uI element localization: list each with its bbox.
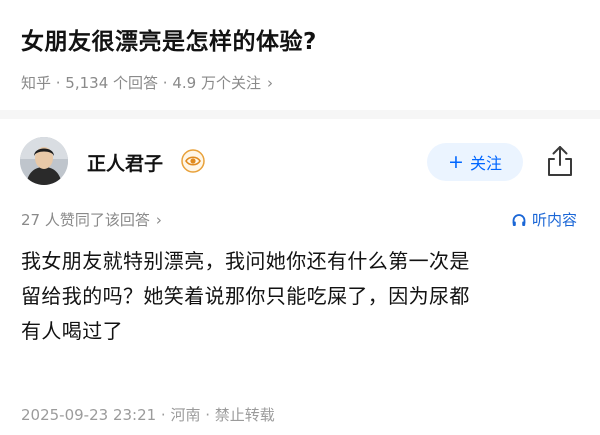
question-meta[interactable]: 知乎 · 5,134 个回答 · 4.9 万个关注 ›	[21, 72, 273, 93]
listen-button[interactable]: 听内容	[511, 209, 577, 230]
section-divider	[0, 110, 600, 119]
vote-count-text: 27 人赞同了该回答	[21, 211, 150, 229]
author-name[interactable]: 正人君子	[87, 149, 163, 176]
chevron-right-icon: ›	[266, 74, 273, 92]
answer-page: 女朋友很漂亮是怎样的体验? 知乎 · 5,134 个回答 · 4.9 万个关注 ›…	[0, 0, 600, 435]
follow-label: 关注	[469, 154, 502, 173]
answer-line: 我女朋友就特别漂亮，我问她你还有什么第一次是	[21, 249, 470, 273]
plus-icon: +	[448, 150, 464, 173]
answer-content[interactable]: 我女朋友就特别漂亮，我问她你还有什么第一次是 留给我的吗？她笑着说那你只能吃屎了…	[21, 244, 581, 349]
answer-line: 有人喝过了	[21, 319, 123, 343]
headphone-icon	[512, 213, 526, 226]
listen-label: 听内容	[531, 211, 577, 229]
question-meta-text: 知乎 · 5,134 个回答 · 4.9 万个关注	[21, 74, 261, 92]
answer-line: 留给我的吗？她笑着说那你只能吃屎了，因为尿都	[21, 284, 470, 308]
chevron-right-icon: ›	[155, 211, 162, 229]
avatar[interactable]	[20, 137, 68, 185]
follow-button[interactable]: + 关注	[427, 143, 523, 181]
vote-count[interactable]: 27 人赞同了该回答 ›	[21, 209, 162, 230]
question-title[interactable]: 女朋友很漂亮是怎样的体验?	[21, 22, 317, 56]
answer-footer: 2025-09-23 23:21 · 河南 · 禁止转载	[21, 406, 275, 424]
share-icon[interactable]	[545, 144, 575, 178]
eye-badge-icon	[181, 149, 205, 173]
